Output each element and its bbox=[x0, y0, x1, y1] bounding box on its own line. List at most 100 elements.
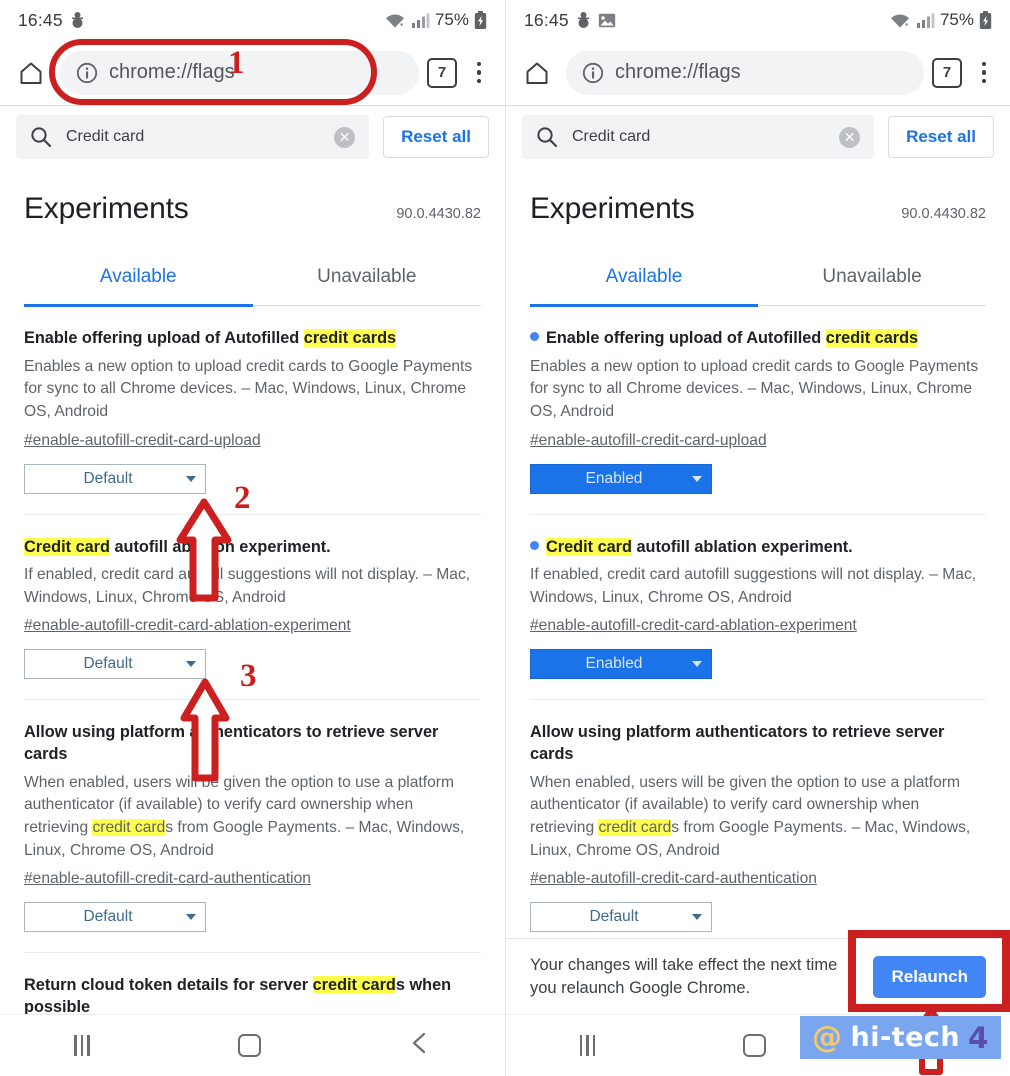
experiment-title-post: autofill ablation experiment. bbox=[631, 537, 853, 556]
recents-icon[interactable] bbox=[74, 1035, 90, 1056]
home-square-icon[interactable] bbox=[743, 1034, 767, 1057]
tab-count-button[interactable]: 7 bbox=[427, 57, 457, 88]
experiment-control: Default bbox=[530, 902, 986, 933]
info-circle-icon[interactable] bbox=[582, 62, 604, 84]
flags-tabs: Available Unavailable bbox=[24, 266, 481, 305]
overflow-menu-icon[interactable] bbox=[970, 61, 998, 84]
experiment-row: Enable offering upload of Autofilled cre… bbox=[530, 306, 986, 515]
home-square-icon[interactable] bbox=[237, 1034, 261, 1057]
chevron-down-icon bbox=[186, 914, 196, 921]
experiment-description: If enabled, credit card autofill suggest… bbox=[24, 566, 471, 606]
battery-percent: 75% bbox=[434, 10, 469, 29]
experiment-title: Allow using platform authenticators to r… bbox=[24, 723, 439, 764]
experiment-select[interactable]: Default bbox=[24, 649, 206, 680]
chevron-down-icon bbox=[692, 475, 702, 482]
page-title-row: Experiments 90.0.4430.82 bbox=[530, 168, 986, 226]
tab-unavailable[interactable]: Unavailable bbox=[253, 266, 482, 305]
status-bar-right: 75% bbox=[384, 10, 487, 30]
home-button[interactable] bbox=[516, 52, 558, 94]
watermark: @ hi-tech 4 bbox=[800, 1016, 1001, 1059]
search-value: Credit card bbox=[572, 128, 651, 145]
search-input[interactable]: Credit card ✕ bbox=[16, 115, 370, 159]
android-nav-bar bbox=[0, 1014, 505, 1076]
chevron-down-icon bbox=[692, 914, 702, 921]
relaunch-bar: Your changes will take effect the next t… bbox=[506, 938, 1010, 1014]
page-title: Experiments bbox=[530, 192, 695, 225]
status-bar-left: 16:45 bbox=[18, 10, 85, 31]
reset-all-button[interactable]: Reset all bbox=[383, 116, 489, 158]
url-text: chrome://flags bbox=[109, 61, 235, 83]
phone-screen-after: 16:45 75% chrome://flags 7 Credit card ✕… bbox=[505, 0, 1010, 1076]
experiment-select[interactable]: Default bbox=[24, 463, 206, 494]
active-tab-indicator bbox=[530, 304, 758, 307]
search-input[interactable]: Credit card ✕ bbox=[522, 115, 875, 159]
experiment-title: Credit card autofill ablation experiment… bbox=[24, 537, 481, 559]
experiment-select[interactable]: Enabled bbox=[530, 463, 712, 494]
status-bar: 16:45 75% bbox=[0, 0, 505, 40]
search-icon bbox=[30, 126, 52, 148]
overflow-menu-icon[interactable] bbox=[465, 61, 493, 84]
image-icon bbox=[598, 13, 616, 28]
home-icon bbox=[18, 60, 44, 86]
experiment-row: Credit card autofill ablation experiment… bbox=[530, 515, 986, 701]
chevron-down-icon bbox=[186, 475, 196, 482]
experiment-title-highlight: credit cards bbox=[825, 329, 919, 347]
experiment-flag-id[interactable]: #enable-autofill-credit-card-upload bbox=[24, 432, 261, 450]
flags-tabs: Available Unavailable bbox=[530, 266, 986, 305]
chrome-version: 90.0.4430.82 bbox=[396, 206, 481, 222]
status-time: 16:45 bbox=[18, 9, 63, 30]
clear-search-icon[interactable]: ✕ bbox=[839, 126, 861, 148]
experiment-control: Enabled bbox=[530, 649, 986, 680]
experiment-select-value: Enabled bbox=[585, 655, 643, 673]
recents-icon[interactable] bbox=[579, 1035, 596, 1056]
tab-count-button[interactable]: 7 bbox=[932, 57, 962, 88]
experiment-select[interactable]: Enabled bbox=[530, 649, 712, 680]
phone-screen-before: 16:45 75% chrome://flags 7 Credit card ✕… bbox=[0, 0, 505, 1076]
status-bar-left: 16:45 bbox=[524, 10, 616, 31]
chevron-down-icon bbox=[692, 661, 702, 668]
page-title: Experiments bbox=[24, 192, 189, 225]
experiment-title: Return cloud token details for server cr… bbox=[24, 975, 481, 1018]
flags-page-body: Experiments 90.0.4430.82 Available Unava… bbox=[0, 168, 505, 1067]
watermark-number: 4 bbox=[968, 1020, 989, 1055]
experiment-control: Default bbox=[24, 902, 481, 933]
experiment-flag-id[interactable]: #enable-autofill-credit-card-ablation-ex… bbox=[530, 617, 857, 635]
back-chevron-icon[interactable] bbox=[409, 1031, 431, 1060]
battery-percent: 75% bbox=[939, 10, 974, 29]
url-bar[interactable]: chrome://flags bbox=[60, 50, 419, 95]
signal-icon bbox=[411, 12, 430, 29]
experiment-title-highlight: credit card bbox=[312, 976, 396, 995]
home-button[interactable] bbox=[10, 52, 52, 94]
wifi-icon bbox=[889, 12, 911, 29]
experiment-flag-id[interactable]: #enable-autofill-credit-card-ablation-ex… bbox=[24, 617, 351, 635]
info-circle-icon[interactable] bbox=[76, 62, 98, 84]
url-bar[interactable]: chrome://flags bbox=[566, 50, 924, 95]
tabs-underline bbox=[24, 304, 481, 307]
relaunch-button[interactable]: Relaunch bbox=[873, 955, 986, 998]
clear-search-icon[interactable]: ✕ bbox=[334, 126, 356, 148]
experiment-control: Default bbox=[24, 463, 481, 494]
experiment-title-pre: Enable offering upload of Autofilled bbox=[24, 329, 304, 347]
experiment-description: Enables a new option to upload credit ca… bbox=[530, 357, 979, 420]
tab-available[interactable]: Available bbox=[24, 266, 253, 305]
experiment-select-value: Enabled bbox=[585, 469, 643, 487]
experiment-title: Enable offering upload of Autofilled cre… bbox=[24, 328, 481, 350]
experiment-title: Enable offering upload of Autofilled cre… bbox=[530, 328, 986, 350]
experiment-row: Allow using platform authenticators to r… bbox=[530, 700, 986, 952]
experiment-flag-id[interactable]: #enable-autofill-credit-card-authenticat… bbox=[24, 870, 311, 888]
experiment-select[interactable]: Default bbox=[24, 902, 206, 933]
experiment-description-highlight: credit card bbox=[598, 818, 672, 836]
tab-available[interactable]: Available bbox=[530, 266, 758, 305]
chrome-version: 90.0.4430.82 bbox=[901, 206, 986, 222]
status-time: 16:45 bbox=[524, 9, 569, 30]
experiment-select-value: Default bbox=[83, 469, 133, 487]
reset-all-button[interactable]: Reset all bbox=[888, 116, 994, 158]
experiment-flag-id[interactable]: #enable-autofill-credit-card-authenticat… bbox=[530, 870, 817, 888]
home-icon bbox=[524, 60, 550, 86]
experiment-select[interactable]: Default bbox=[530, 902, 712, 933]
status-bar-right: 75% bbox=[889, 10, 992, 30]
experiment-description: When enabled, users will be given the op… bbox=[530, 772, 986, 862]
experiment-flag-id[interactable]: #enable-autofill-credit-card-upload bbox=[530, 432, 767, 450]
tab-unavailable[interactable]: Unavailable bbox=[758, 266, 986, 305]
snowman-icon bbox=[70, 11, 85, 29]
